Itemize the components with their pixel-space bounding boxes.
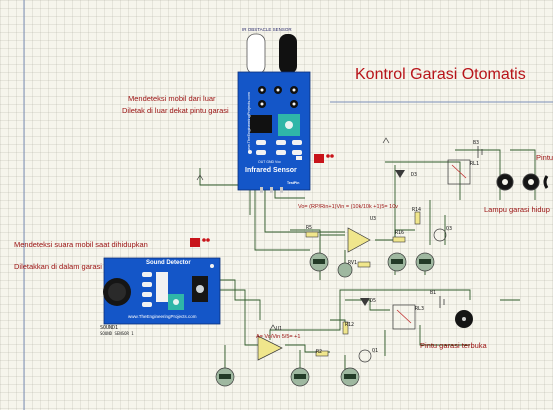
sound-sensor-sub: SOUND SENSOR 1 bbox=[100, 331, 134, 336]
right-cut-annotation: Pintu ga bbox=[536, 153, 553, 162]
sound-sensor-site: www.TheEngineeringProjects.com bbox=[128, 314, 197, 319]
label-r14: R14 bbox=[412, 207, 422, 213]
label-b1: B1 bbox=[430, 290, 437, 296]
label-rl1: RL1 bbox=[470, 161, 480, 167]
label-d5: D5 bbox=[370, 298, 377, 304]
resistor-r16 bbox=[392, 236, 406, 243]
resistor-r5 bbox=[305, 231, 319, 238]
label-r2: R2 bbox=[316, 349, 323, 355]
transistor-q1 bbox=[358, 349, 372, 363]
label-u3: U3 bbox=[370, 216, 377, 222]
transistor-q3 bbox=[433, 228, 447, 242]
diode-d3 bbox=[395, 170, 405, 178]
ir-top-caption: IR OBSTACLE SENSOR bbox=[242, 27, 292, 32]
sound-sensor-name[interactable]: Sound Detector bbox=[146, 260, 191, 266]
label-r5: R5 bbox=[306, 225, 313, 231]
label-d3: D3 bbox=[411, 172, 418, 178]
formula-upper: Vo= (RP/Rin+1)Vin = (10k/10k +1)5= 10v bbox=[298, 204, 399, 210]
resistor-rv bbox=[357, 261, 371, 268]
ir-sensor-pins: OUT GND Vcc bbox=[258, 160, 281, 164]
lamp-annotation: Lampu garasi hidup bbox=[484, 205, 550, 214]
sound-annotation-2: Diletakkan di dalam garasi bbox=[14, 262, 102, 271]
page-title: Kontrol Garasi Otomatis bbox=[355, 66, 526, 83]
ir-sensor-tag: TestPin bbox=[287, 181, 300, 185]
label-rv: RV1 bbox=[348, 260, 358, 266]
ir-annotation-2: Diletak di luar dekat pintu garasi bbox=[122, 106, 229, 115]
formula-lower: A= Vo/Vin 5/5= +1 bbox=[256, 334, 301, 340]
ir-annotation-1: Mendeteksi mobil dari luar bbox=[128, 94, 216, 103]
label-r12: R12 bbox=[345, 322, 355, 328]
testpin-ir-marker bbox=[314, 154, 334, 163]
diode-d5 bbox=[360, 298, 370, 306]
testpin-sound-marker bbox=[190, 238, 210, 247]
resistor-r14 bbox=[414, 211, 421, 225]
door-annotation: Pintu garasi terbuka bbox=[420, 341, 487, 350]
sound-annotation-1: Mendeteksi suara mobil saat dihidupkan bbox=[14, 240, 148, 249]
label-q1: Q1 bbox=[372, 348, 379, 354]
label-rl3: RL3 bbox=[415, 306, 425, 312]
label-u1: U1 bbox=[276, 326, 283, 332]
ir-sensor-site: www.TheEngineeringProjects.com bbox=[245, 92, 251, 153]
voltmeters bbox=[215, 252, 435, 387]
ir-sensor-name[interactable]: Infrared Sensor bbox=[245, 167, 297, 174]
opamp-u3 bbox=[347, 227, 371, 253]
label-q3: Q3 bbox=[446, 226, 453, 232]
label-b3: B3 bbox=[473, 140, 480, 146]
label-r16: R16 bbox=[395, 230, 405, 236]
